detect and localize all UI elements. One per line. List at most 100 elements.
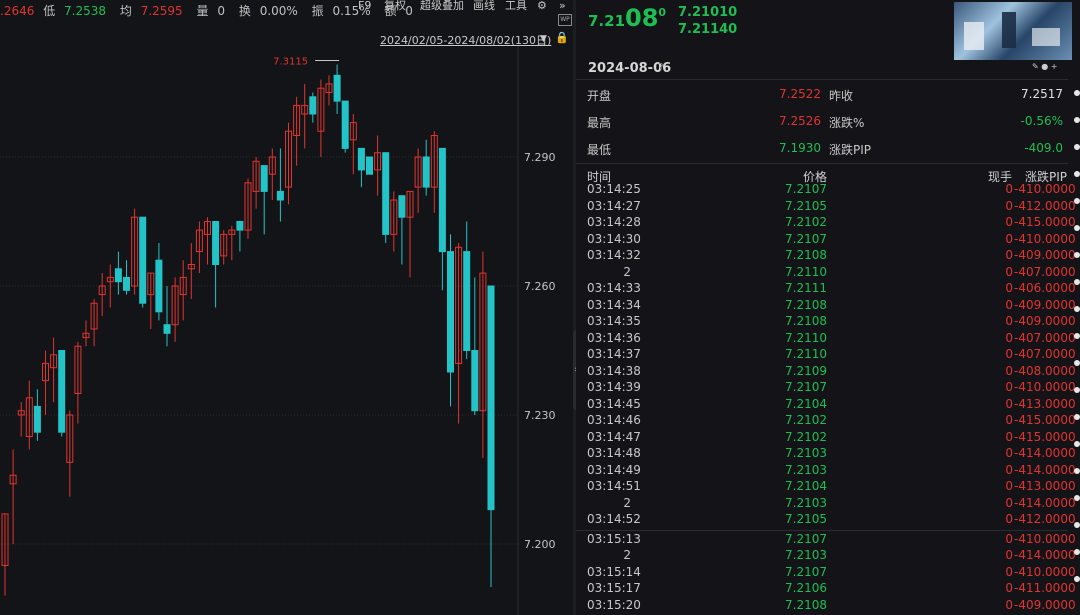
price-prefix: 7.21	[588, 12, 626, 30]
candle-body	[333, 74, 341, 102]
trade-rows-group: 03:14:25 7.2107 0 -410.0000 03:14:27 7.2105 0-…	[576, 182, 1076, 529]
rail-dot[interactable]	[1074, 522, 1080, 528]
trade-time: 2	[623, 495, 631, 510]
table-row[interactable]: 03:14:30 7.2107 0 -410.0000	[576, 231, 1076, 249]
table-row[interactable]: 03:14:35 7.2108 0 -409.0000	[576, 314, 1076, 331]
rail-dot[interactable]	[1074, 117, 1080, 123]
low-label: 最低	[587, 143, 612, 157]
table-row[interactable]: 03:15:20 7.2108 0 -409.0000	[576, 598, 1076, 615]
restore-rights-button[interactable]: 复权	[384, 0, 406, 11]
table-row[interactable]: 03:14:45 7.2104 0 -413.0000	[576, 396, 1076, 414]
rail-dot[interactable]	[1074, 252, 1080, 258]
table-row[interactable]: 03:14:28 7.2102 0 -415.0000	[576, 215, 1076, 232]
f9-button[interactable]: F9	[358, 0, 371, 11]
table-row[interactable]: 03:14:46 7.2102 0 -415.0000	[576, 413, 1076, 430]
table-row[interactable]: 03:15:14 7.2107 0 -410.0000	[576, 565, 1076, 582]
table-row[interactable]: 03:14:34 7.2108 0 -409.0000	[576, 297, 1076, 315]
tools-button[interactable]: 工具	[505, 0, 527, 11]
table-row[interactable]: 03:14:33 7.2111 0 -406.0000	[576, 281, 1076, 298]
trade-time: 03:14:47	[587, 429, 641, 444]
trade-time: 03:14:30	[587, 231, 641, 246]
table-row[interactable]: 03:14:36 7.2110 0 -407.0000	[576, 330, 1076, 348]
rail-dot[interactable]	[1074, 333, 1080, 339]
trade-time: 03:14:35	[587, 314, 641, 328]
trade-ticks-table: 时间 价格 现手 涨跌PIP 03:14:25 7.2107 0 -410.0000 0…	[576, 168, 1076, 615]
chart-panel: .2646 低 7.2538 均 7.2595 量 0 换 0.00% 振 0.…	[0, 0, 581, 615]
trade-change: -409.0000	[1014, 297, 1076, 312]
trade-price: 7.2104	[785, 396, 827, 411]
trade-volume: 0	[1005, 462, 1013, 477]
rail-dot[interactable]	[1074, 387, 1080, 393]
wp-icon[interactable]: WP	[558, 14, 572, 26]
super-overlay-button[interactable]: 超级叠加	[420, 0, 464, 11]
rail-dot[interactable]	[1074, 549, 1080, 555]
divider	[576, 79, 1068, 80]
rail-dot[interactable]	[1074, 468, 1080, 474]
table-row[interactable]: 2 7.2110 0 -407.0000	[576, 265, 1075, 282]
rail-dot[interactable]	[1074, 495, 1080, 501]
table-row[interactable]: 03:14:48 7.2103 0 -414.0000	[576, 446, 1076, 463]
rail-dot[interactable]	[1074, 171, 1080, 177]
ad-thumbnail[interactable]	[954, 2, 1072, 60]
trade-price: 7.2102	[785, 215, 827, 229]
trade-time: 03:14:27	[587, 198, 641, 213]
trade-time: 03:14:45	[587, 396, 641, 411]
rail-dot[interactable]	[1074, 441, 1080, 447]
table-row[interactable]: 03:14:25 7.2107 0 -410.0000	[576, 182, 1076, 199]
low-label: 低	[43, 4, 56, 18]
table-row[interactable]: 03:14:49 7.2103 0 -414.0000	[576, 462, 1076, 480]
trade-volume: 0	[1005, 446, 1013, 460]
rail-dot[interactable]	[1074, 360, 1080, 366]
pin-icon[interactable]: ●	[1041, 62, 1048, 71]
rail-dot[interactable]	[1074, 225, 1080, 231]
table-row[interactable]: 03:14:32 7.2108 0 -409.0000	[576, 248, 1076, 265]
table-row[interactable]: 2 7.2103 0 -414.0000	[576, 548, 1075, 565]
change-pip-value: -409.0	[1024, 141, 1063, 155]
table-row[interactable]: 03:14:37 7.2110 0 -407.0000	[576, 347, 1076, 364]
double-chevron-right-icon[interactable]: »	[559, 0, 566, 11]
trade-volume: 0	[1005, 182, 1013, 196]
edit-icon[interactable]: ✎	[1032, 62, 1039, 71]
rail-dot[interactable]	[1074, 144, 1080, 150]
trade-time: 03:15:13	[587, 531, 641, 546]
table-row[interactable]: 03:14:52 7.2105 0 -412.0000	[576, 512, 1076, 529]
trade-change: -414.0000	[1014, 462, 1076, 477]
add-icon[interactable]: +	[1051, 62, 1058, 71]
candle-body	[212, 221, 220, 265]
draw-line-button[interactable]: 画线	[473, 0, 495, 11]
rail-dot[interactable]	[1074, 576, 1080, 582]
rail-dot[interactable]	[1074, 198, 1080, 204]
settings-icon[interactable]: ⚙	[537, 0, 547, 11]
candle-body	[139, 216, 147, 304]
rail-dot[interactable]	[1074, 414, 1080, 420]
trade-change: -414.0000	[1014, 495, 1076, 510]
table-row[interactable]: 03:15:17 7.2106 0 -411.0000	[576, 581, 1076, 598]
rail-dot[interactable]	[1074, 306, 1080, 312]
table-row[interactable]: 03:15:13 7.2107 0 -410.0000	[576, 531, 1076, 549]
dropdown-triangle-icon[interactable]: ▼	[540, 34, 547, 44]
table-row[interactable]: 03:14:38 7.2109 0 -408.0000	[576, 364, 1076, 381]
trade-change: -414.0000	[1014, 446, 1076, 460]
trade-change: -415.0000	[1014, 215, 1076, 229]
trade-volume: 0	[1005, 314, 1013, 328]
table-row[interactable]: 03:14:47 7.2102 0 -415.0000	[576, 429, 1076, 447]
lock-icon[interactable]: 🔒	[555, 31, 569, 45]
trade-price: 7.2103	[785, 462, 827, 477]
rail-dot[interactable]	[1074, 279, 1080, 285]
side-indicator-rail[interactable]	[1072, 80, 1080, 615]
trade-change: -412.0000	[1014, 198, 1076, 213]
trade-change: -412.0000	[1014, 512, 1076, 526]
rail-dot[interactable]	[1074, 90, 1080, 96]
candle-body	[357, 147, 365, 171]
trade-volume: 0	[1005, 330, 1013, 345]
trade-change: -413.0000	[1014, 396, 1076, 411]
table-row[interactable]: 2 7.2103 0 -414.0000	[576, 495, 1076, 513]
table-row[interactable]: 03:14:27 7.2105 0 -412.0000	[576, 198, 1076, 216]
open-value: 7.2522	[779, 87, 821, 101]
table-row[interactable]: 03:14:39 7.2107 0 -410.0000	[576, 380, 1076, 397]
help-icon[interactable]: ?	[658, 61, 664, 74]
volume-value: 0	[217, 4, 226, 18]
table-row[interactable]: 03:14:51 7.2104 0 -413.0000	[576, 479, 1076, 496]
candle-body	[33, 405, 41, 433]
candle-body	[309, 96, 317, 115]
